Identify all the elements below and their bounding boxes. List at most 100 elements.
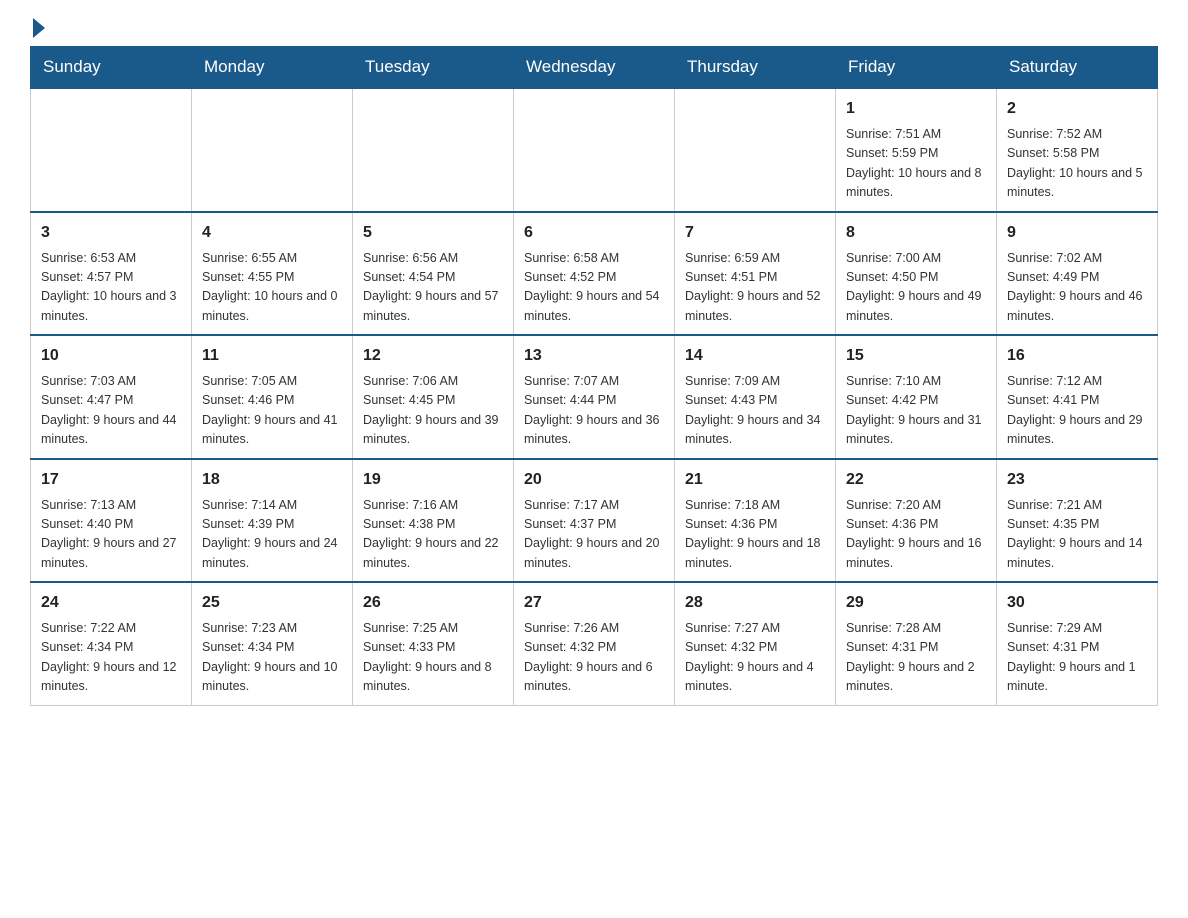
day-number: 5 [363,221,503,245]
day-info: Sunrise: 7:52 AMSunset: 5:58 PMDaylight:… [1007,125,1147,203]
day-number: 30 [1007,591,1147,615]
calendar-cell: 13Sunrise: 7:07 AMSunset: 4:44 PMDayligh… [514,335,675,459]
day-number: 28 [685,591,825,615]
calendar-cell: 2 Sunrise: 7:52 AMSunset: 5:58 PMDaylight… [997,88,1158,212]
day-number: 24 [41,591,181,615]
calendar-cell: 18 Sunrise: 7:14 AMSunset: 4:39 PMDayligh… [192,459,353,583]
day-info: Sunrise: 7:16 AMSunset: 4:38 PMDaylight:… [363,496,503,574]
day-header-monday: Monday [192,47,353,89]
day-info: Sunrise: 7:00 AMSunset: 4:50 PMDaylight:… [846,249,986,327]
calendar-header-row: SundayMondayTuesdayWednesdayThursdayFrid… [31,47,1158,89]
day-info: Sunrise: 7:21 AMSunset: 4:35 PMDaylight:… [1007,496,1147,574]
day-info: Sunrise: 7:23 AMSunset: 4:34 PMDaylight:… [202,619,342,697]
day-number: 29 [846,591,986,615]
day-header-saturday: Saturday [997,47,1158,89]
day-info: Sunrise: 6:55 AMSunset: 4:55 PMDaylight:… [202,249,342,327]
day-info: Sunrise: 6:59 AMSunset: 4:51 PMDaylight:… [685,249,825,327]
day-number: 22 [846,468,986,492]
day-info: Sunrise: 6:58 AMSunset: 4:52 PMDaylight:… [524,249,664,327]
day-info: Sunrise: 7:17 AMSunset: 4:37 PMDaylight:… [524,496,664,574]
calendar-cell: 3 Sunrise: 6:53 AMSunset: 4:57 PMDaylight… [31,212,192,336]
calendar-cell: 24 Sunrise: 7:22 AMSunset: 4:34 PMDayligh… [31,582,192,705]
day-number: 23 [1007,468,1147,492]
calendar-cell [192,88,353,212]
day-number: 3 [41,221,181,245]
calendar-cell: 9 Sunrise: 7:02 AMSunset: 4:49 PMDaylight… [997,212,1158,336]
day-info: Sunrise: 7:03 AMSunset: 4:47 PMDaylight:… [41,372,181,450]
calendar-week-row: 17 Sunrise: 7:13 AMSunset: 4:40 PMDayligh… [31,459,1158,583]
day-info: Sunrise: 7:02 AMSunset: 4:49 PMDaylight:… [1007,249,1147,327]
day-header-friday: Friday [836,47,997,89]
day-info: Sunrise: 7:25 AMSunset: 4:33 PMDaylight:… [363,619,503,697]
calendar-cell: 26 Sunrise: 7:25 AMSunset: 4:33 PMDayligh… [353,582,514,705]
day-info: Sunrise: 7:07 AMSunset: 4:44 PMDaylight:… [524,372,664,450]
day-number: 17 [41,468,181,492]
calendar-cell: 23 Sunrise: 7:21 AMSunset: 4:35 PMDayligh… [997,459,1158,583]
day-header-wednesday: Wednesday [514,47,675,89]
calendar-cell: 14 Sunrise: 7:09 AMSunset: 4:43 PMDayligh… [675,335,836,459]
day-info: Sunrise: 7:10 AMSunset: 4:42 PMDaylight:… [846,372,986,450]
calendar-cell: 15 Sunrise: 7:10 AMSunset: 4:42 PMDayligh… [836,335,997,459]
calendar-cell: 22Sunrise: 7:20 AMSunset: 4:36 PMDayligh… [836,459,997,583]
day-info: Sunrise: 7:05 AMSunset: 4:46 PMDaylight:… [202,372,342,450]
day-number: 2 [1007,97,1147,121]
calendar-cell: 4 Sunrise: 6:55 AMSunset: 4:55 PMDaylight… [192,212,353,336]
calendar-week-row: 1Sunrise: 7:51 AMSunset: 5:59 PMDaylight… [31,88,1158,212]
day-number: 10 [41,344,181,368]
day-info: Sunrise: 7:06 AMSunset: 4:45 PMDaylight:… [363,372,503,450]
day-info: Sunrise: 7:28 AMSunset: 4:31 PMDaylight:… [846,619,986,697]
logo [30,20,47,34]
day-number: 1 [846,97,986,121]
day-header-sunday: Sunday [31,47,192,89]
logo-triangle-icon [33,18,45,38]
day-info: Sunrise: 7:12 AMSunset: 4:41 PMDaylight:… [1007,372,1147,450]
calendar-week-row: 24 Sunrise: 7:22 AMSunset: 4:34 PMDayligh… [31,582,1158,705]
calendar-cell: 30 Sunrise: 7:29 AMSunset: 4:31 PMDayligh… [997,582,1158,705]
calendar-cell [514,88,675,212]
day-number: 12 [363,344,503,368]
calendar-cell: 21Sunrise: 7:18 AMSunset: 4:36 PMDayligh… [675,459,836,583]
day-number: 18 [202,468,342,492]
day-info: Sunrise: 7:26 AMSunset: 4:32 PMDaylight:… [524,619,664,697]
day-info: Sunrise: 6:53 AMSunset: 4:57 PMDaylight:… [41,249,181,327]
calendar-cell: 6 Sunrise: 6:58 AMSunset: 4:52 PMDaylight… [514,212,675,336]
day-info: Sunrise: 7:09 AMSunset: 4:43 PMDaylight:… [685,372,825,450]
day-info: Sunrise: 6:56 AMSunset: 4:54 PMDaylight:… [363,249,503,327]
calendar-cell: 28 Sunrise: 7:27 AMSunset: 4:32 PMDayligh… [675,582,836,705]
calendar-cell: 20 Sunrise: 7:17 AMSunset: 4:37 PMDayligh… [514,459,675,583]
calendar-cell: 1Sunrise: 7:51 AMSunset: 5:59 PMDaylight… [836,88,997,212]
calendar-cell: 29 Sunrise: 7:28 AMSunset: 4:31 PMDayligh… [836,582,997,705]
calendar-cell: 17 Sunrise: 7:13 AMSunset: 4:40 PMDayligh… [31,459,192,583]
page-header [30,20,1158,34]
day-number: 9 [1007,221,1147,245]
calendar-cell: 16 Sunrise: 7:12 AMSunset: 4:41 PMDayligh… [997,335,1158,459]
calendar-cell: 8 Sunrise: 7:00 AMSunset: 4:50 PMDaylight… [836,212,997,336]
day-number: 26 [363,591,503,615]
calendar-cell: 19 Sunrise: 7:16 AMSunset: 4:38 PMDayligh… [353,459,514,583]
day-header-thursday: Thursday [675,47,836,89]
day-number: 8 [846,221,986,245]
day-number: 6 [524,221,664,245]
day-info: Sunrise: 7:22 AMSunset: 4:34 PMDaylight:… [41,619,181,697]
calendar-cell: 10 Sunrise: 7:03 AMSunset: 4:47 PMDayligh… [31,335,192,459]
day-number: 19 [363,468,503,492]
day-number: 20 [524,468,664,492]
day-number: 15 [846,344,986,368]
day-number: 16 [1007,344,1147,368]
day-number: 11 [202,344,342,368]
day-header-tuesday: Tuesday [353,47,514,89]
calendar-cell: 5 Sunrise: 6:56 AMSunset: 4:54 PMDaylight… [353,212,514,336]
calendar-cell: 7 Sunrise: 6:59 AMSunset: 4:51 PMDaylight… [675,212,836,336]
day-info: Sunrise: 7:14 AMSunset: 4:39 PMDaylight:… [202,496,342,574]
day-info: Sunrise: 7:18 AMSunset: 4:36 PMDaylight:… [685,496,825,574]
calendar-cell [675,88,836,212]
calendar-cell [353,88,514,212]
calendar-cell [31,88,192,212]
day-number: 7 [685,221,825,245]
day-info: Sunrise: 7:13 AMSunset: 4:40 PMDaylight:… [41,496,181,574]
day-info: Sunrise: 7:29 AMSunset: 4:31 PMDaylight:… [1007,619,1147,697]
day-number: 4 [202,221,342,245]
day-info: Sunrise: 7:27 AMSunset: 4:32 PMDaylight:… [685,619,825,697]
calendar-week-row: 3 Sunrise: 6:53 AMSunset: 4:57 PMDaylight… [31,212,1158,336]
day-number: 14 [685,344,825,368]
